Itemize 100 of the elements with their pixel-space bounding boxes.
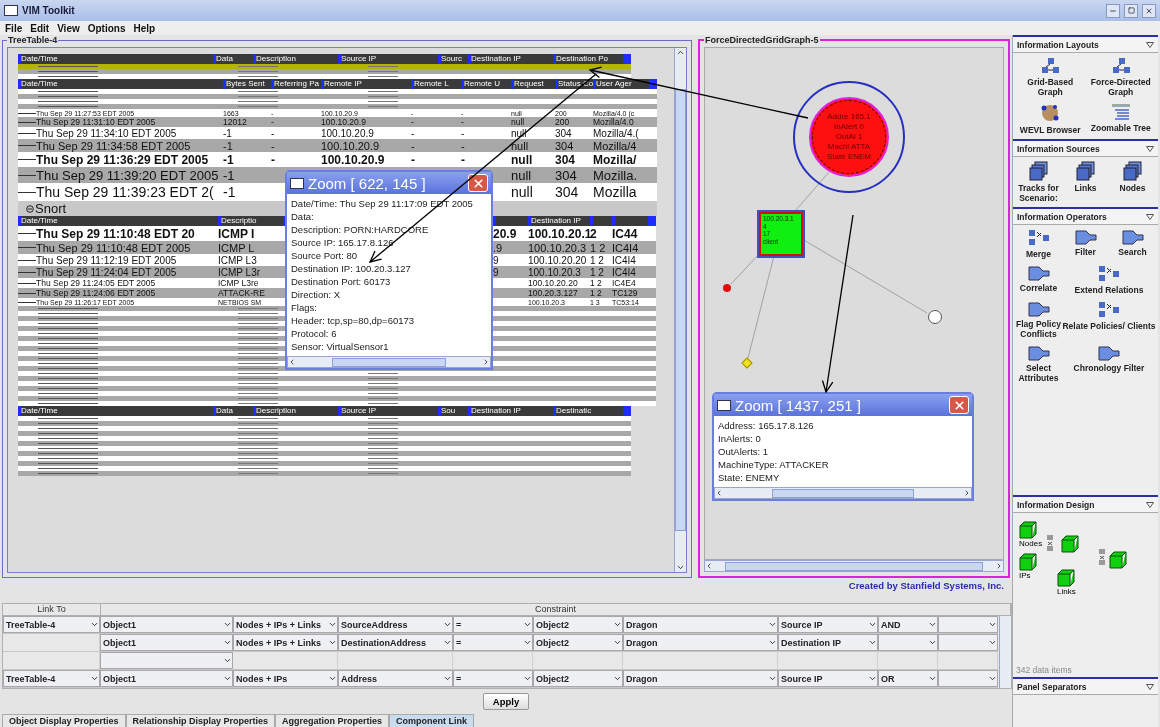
table-cell-text: ICMP L3r	[218, 266, 262, 278]
table-cell-text: 100.10.20.3	[528, 266, 582, 278]
section-title: Panel Separators	[1017, 681, 1087, 692]
table-cell-text: 1 2	[590, 266, 605, 278]
table-cell-text: ICMP L	[218, 241, 256, 254]
table-cell-text: IC4I4	[612, 266, 637, 278]
table-cell-text: 100.10.20.9	[321, 127, 375, 139]
table-cell-text: Mozilla/	[593, 152, 638, 167]
table-cell-text: null	[511, 139, 530, 152]
table-cell: 100.10.20.1	[528, 226, 590, 241]
detail-line: Data:	[291, 210, 315, 223]
cube-label: Links	[1057, 587, 1076, 596]
table-cell-text: .9	[493, 241, 504, 254]
panel-title: TreeTable-4	[7, 35, 59, 45]
table-cell-text: null	[511, 167, 533, 183]
table-cell-text: -	[411, 152, 416, 167]
table-cell-text: IC4I4	[612, 254, 637, 266]
detail-line: Source Port: 80	[291, 249, 358, 262]
window-title: Zoom [ 622, 145 ]	[308, 174, 427, 192]
table-cell-text: Thu Sep 29 11:12:19 EDT 2005	[36, 254, 178, 266]
table-cell-text: Thu Sep 29 11:24:06 EDT 2005	[36, 288, 157, 298]
table-cell-text: Thu Sep 29 11:39:20 EDT 2005	[36, 167, 220, 183]
table-cell-text: TC129	[612, 288, 639, 298]
detail-line: Sensor: VirtualSensor1	[291, 340, 390, 353]
table-cell-text: 100.10.20.9	[321, 152, 386, 167]
table-cell-text: 304	[555, 139, 575, 152]
table-cell-text: 1 2	[590, 241, 607, 254]
table-cell-text: Thu Sep 29 11:24:05 EDT 2005	[36, 278, 157, 288]
table-cell-text: -1	[223, 167, 236, 183]
section-title: Information Design	[1017, 499, 1095, 510]
detail-line: MachineType: ATTACKER	[718, 458, 830, 471]
table-cell-text: Mozilla/4.(	[593, 127, 640, 139]
detail-line: Direction: X	[291, 288, 342, 301]
detail-line: Destination IP: 100.20.3.127	[291, 262, 412, 275]
detail-line: Destination Port: 60173	[291, 275, 392, 288]
cube-label: Nodes	[1019, 539, 1043, 548]
table-cell-text: -	[411, 117, 415, 127]
table-cell-text: -	[411, 127, 416, 139]
node-label: Machi ATTA	[827, 142, 871, 152]
detail-line: Address: 165.17.8.126	[718, 419, 815, 432]
window-title: VIM Toolkit	[22, 5, 76, 16]
table-cell-text: Mozilla.	[593, 167, 639, 183]
status-text: 342 data items	[1015, 664, 1073, 677]
detail-line: Header: tcp,sp=80,dp=60173	[291, 314, 416, 327]
table-cell-text: null	[511, 184, 534, 200]
table-cell-text: -	[461, 152, 466, 167]
table-cell-text: Thu Sep 29 11:36:29 EDT 2005	[36, 152, 210, 167]
table-cell-text: Mozilla	[593, 184, 638, 200]
table-cell-text: IC4E4	[612, 278, 637, 288]
node-label: Addre 165.1	[827, 112, 871, 122]
detail-line: Source IP: 165.17.8.126	[291, 236, 395, 249]
table-cell-text: 100.10.20.9	[321, 139, 381, 152]
table-cell-text: Mozilla/4	[593, 139, 638, 152]
panel-title: ForceDirectedGridGraph-5	[704, 35, 820, 45]
section-title: Information Layouts	[1017, 39, 1099, 50]
section-title: Information Operators	[1017, 211, 1107, 222]
detail-line: Flags:	[291, 301, 318, 314]
table-cell-text: 304	[555, 127, 573, 139]
table-cell-text: Thu Sep 29 11:10:48 EDT 20	[36, 226, 196, 241]
section-title: Information Sources	[1017, 143, 1100, 154]
table-cell-text: 2	[590, 226, 598, 241]
node-label: State ENEM	[827, 152, 871, 162]
table-cell-text: Thu Sep 29 11:34:58 EDT 2005	[36, 139, 192, 152]
table-cell-text: Thu Sep 29 11:31:10 EDT 2005	[36, 117, 157, 127]
table-cell-text: 304	[555, 152, 577, 167]
table-cell-text: 9	[493, 254, 500, 266]
table-cell-text: 100.10.20.20	[528, 278, 579, 288]
table-cell-text: ATTACK-RE	[218, 288, 266, 298]
table-cell-text: 12012	[223, 117, 248, 127]
column-header: Link To	[3, 604, 101, 615]
table-cell-text: -	[461, 127, 466, 139]
table-cell-text: -	[271, 127, 276, 139]
table-cell-text: 304	[555, 184, 580, 200]
table-cell-text: 20.9	[493, 226, 518, 241]
node-label: OutAl 1	[835, 132, 863, 142]
table-cell-text: 1 2	[590, 288, 603, 298]
table-cell-text: 100.20.3.127	[528, 288, 579, 298]
table-cell-text: Thu Sep 29 11:10:48 EDT 2005	[36, 241, 192, 254]
detail-line: State: ENEMY	[718, 471, 781, 484]
table-cell-text: ICMP L3	[218, 254, 258, 266]
detail-line: InAlerts: 0	[718, 432, 762, 445]
node-label: InAlert 0	[834, 122, 864, 132]
column-header: Constraint	[101, 604, 1011, 615]
table-cell-text: -1	[223, 127, 233, 139]
table-cell-text: Mozilla/4.0	[593, 117, 635, 127]
table-cell-text: 304	[555, 167, 578, 183]
table-cell-text: -	[271, 152, 276, 167]
window-title: Zoom [ 1437, 251 ]	[735, 396, 862, 414]
table-cell-text: 9	[493, 266, 500, 278]
table-cell-text: IC44	[612, 226, 639, 241]
table-cell-text: -1	[223, 139, 234, 152]
table-cell-text: ICMP I	[218, 226, 256, 241]
table-cell-text: 100.10.20.20	[528, 254, 588, 266]
credit-text: Created by Stanfield Systems, Inc.	[848, 580, 1004, 591]
detail-line: OutAlerts: 1	[718, 445, 770, 458]
table-cell-text: -	[411, 139, 416, 152]
table-cell-text: -	[461, 139, 466, 152]
table-cell-text: IC4I4	[612, 241, 640, 254]
table-cell-text: null	[511, 127, 528, 139]
table-cell-text: -	[461, 117, 465, 127]
